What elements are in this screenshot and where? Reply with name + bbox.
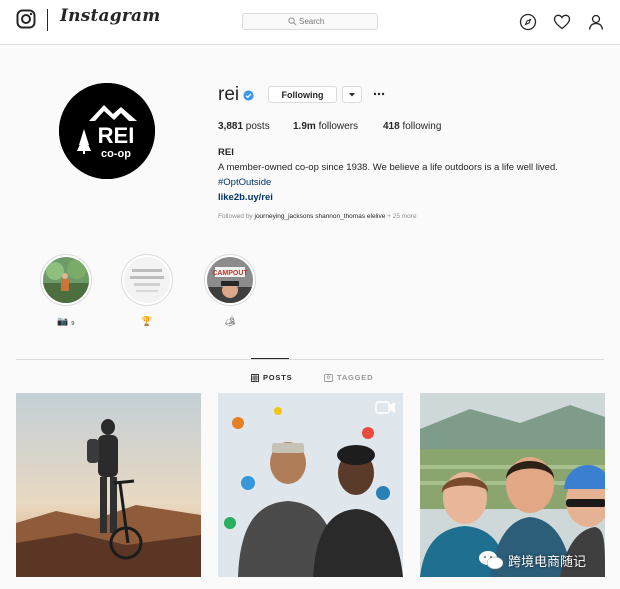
wechat-watermark-icon (479, 551, 504, 570)
profile-bio: A member-owned co-op since 1938. We beli… (218, 162, 558, 173)
profile-avatar[interactable]: REI co-op (59, 83, 155, 179)
tab-posts[interactable]: POSTS (251, 373, 292, 382)
post-thumbnail-2[interactable] (218, 393, 403, 577)
profile-website-link[interactable]: like2b.uy/rei (218, 192, 273, 203)
post-thumbnail-1[interactable] (16, 393, 201, 577)
story-highlight-3[interactable]: CAMPOUT (204, 254, 256, 306)
rei-logo-icon: REI co-op (59, 83, 155, 179)
followers-count: 1.9m (293, 121, 316, 132)
highlight-3-image: CAMPOUT (207, 257, 253, 303)
profile-person-icon[interactable] (587, 13, 605, 31)
post-2-image (218, 393, 403, 577)
compass-icon[interactable] (519, 13, 537, 31)
story-highlight-2[interactable] (121, 254, 173, 306)
watermark-text: 跨境电商随记 (508, 555, 587, 570)
following-count: 418 (383, 121, 400, 132)
camera-logo-icon[interactable] (16, 9, 36, 29)
search-icon (288, 17, 297, 26)
posts-label: posts (243, 121, 270, 132)
tabs-divider (16, 359, 604, 360)
post-thumbnail-3[interactable] (420, 393, 605, 577)
avatar-sub-text: co-op (101, 148, 131, 160)
logo-divider (47, 9, 48, 31)
instagram-wordmark[interactable]: Instagram (60, 6, 160, 26)
story-highlight-1[interactable] (40, 254, 92, 306)
followers-count-stat[interactable]: 1.9m followers (293, 121, 358, 132)
following-label: following (399, 121, 442, 132)
search-input[interactable] (299, 14, 369, 28)
highlight-2-label: 🏆 (141, 316, 153, 326)
post-1-image (16, 393, 201, 577)
highlight-3-label: 🏕 (224, 316, 236, 326)
caret-down-icon (349, 93, 355, 97)
tab-posts-label: POSTS (263, 373, 293, 382)
active-tab-indicator (251, 358, 289, 359)
post-3-image (420, 393, 605, 577)
tab-tagged[interactable]: TAGGED (324, 373, 373, 382)
following-button[interactable]: Following (268, 86, 337, 103)
tab-tagged-label: TAGGED (337, 373, 374, 382)
posts-count-stat: 3,881 posts (218, 121, 270, 132)
highlight-2-image (124, 257, 170, 303)
highlight-3-sign-text: CAMPOUT (212, 270, 248, 277)
heart-icon[interactable] (553, 13, 571, 31)
highlight-1-label: 📷 ₉ (57, 316, 75, 326)
followed-by-prefix: Followed by (218, 213, 255, 220)
suggestions-dropdown-button[interactable] (342, 86, 362, 103)
followers-label: followers (315, 121, 359, 132)
posts-count: 3,881 (218, 121, 244, 132)
highlight-1-image (43, 257, 89, 303)
avatar-main-text: REI (98, 123, 135, 148)
profile-username: rei (218, 84, 240, 105)
bio-hashtag-link[interactable]: #OptOutside (218, 177, 271, 188)
profile-full-name: REI (218, 147, 234, 158)
more-options-icon[interactable] (372, 88, 386, 100)
grid-icon (251, 373, 259, 382)
following-count-stat[interactable]: 418 following (383, 121, 441, 132)
verified-badge-icon (243, 90, 254, 101)
followed-by-names: journeying_jacksons shannon_thomas eleli… (254, 213, 386, 220)
followed-by-suffix: + 25 more (385, 213, 417, 220)
followed-by-text[interactable]: Followed by journeying_jacksons shannon_… (218, 213, 417, 220)
tag-person-icon (324, 373, 333, 382)
